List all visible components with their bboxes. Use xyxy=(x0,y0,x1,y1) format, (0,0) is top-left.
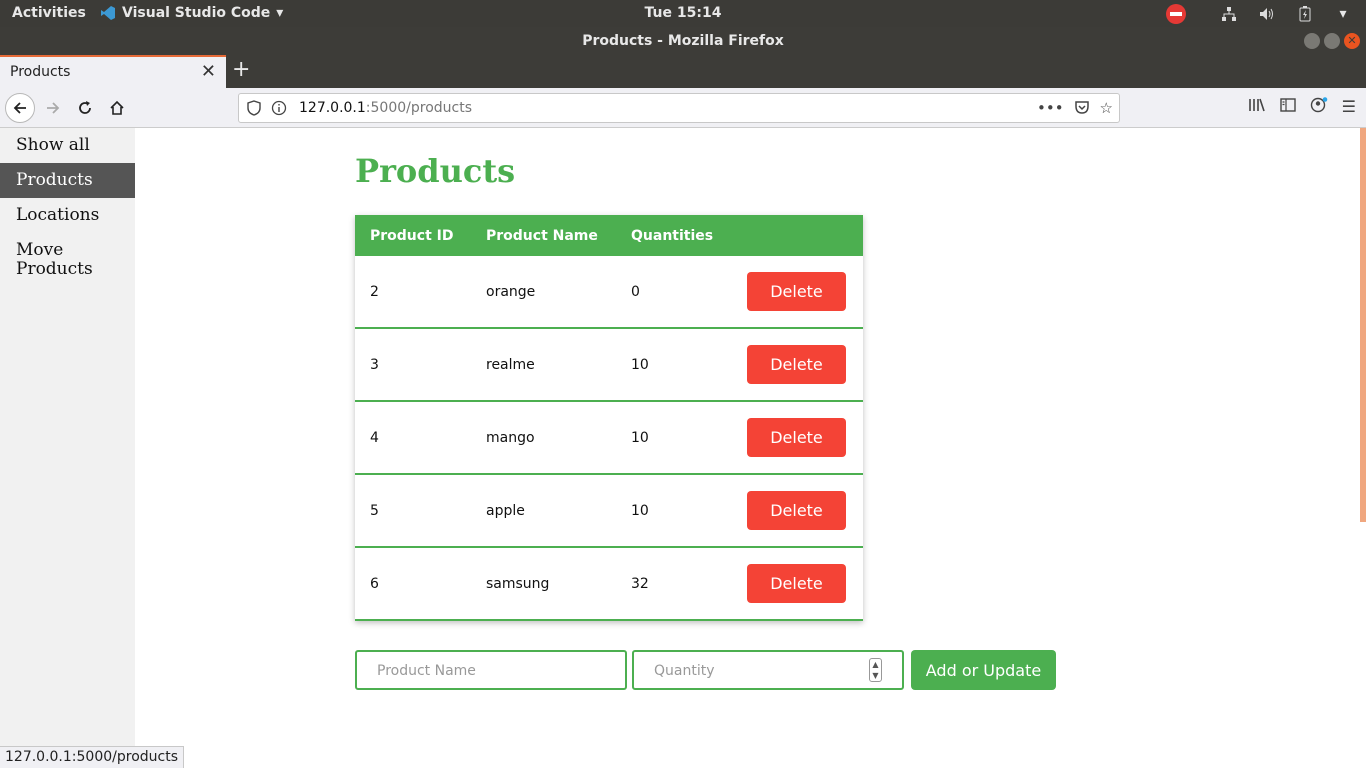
cell-product-id: 5 xyxy=(370,503,379,519)
tab-label: Products xyxy=(10,64,71,80)
page-title: Products xyxy=(355,152,516,190)
delete-button[interactable]: Delete xyxy=(747,491,846,530)
sidebar-item-locations[interactable]: Locations xyxy=(0,198,135,233)
cell-quantity: 10 xyxy=(631,430,649,446)
sidebar-toggle-icon[interactable] xyxy=(1279,97,1296,117)
back-button[interactable] xyxy=(5,93,35,123)
delete-button[interactable]: Delete xyxy=(747,418,846,457)
url-host: 127.0.0.1 xyxy=(299,100,366,116)
maximize-button[interactable] xyxy=(1324,33,1340,49)
page-content: Show all Products Locations Move Product… xyxy=(0,128,1366,768)
home-button[interactable] xyxy=(102,93,132,123)
cell-quantity: 0 xyxy=(631,284,640,300)
account-icon[interactable] xyxy=(1310,97,1328,117)
table-row: 4 mango 10 Delete xyxy=(355,402,863,475)
home-icon xyxy=(110,100,124,115)
window-title: Products - Mozilla Firefox xyxy=(582,33,784,49)
cell-product-name: mango xyxy=(486,430,535,446)
menu-hamburger-icon[interactable]: ☰ xyxy=(1342,97,1356,117)
cell-quantity: 10 xyxy=(631,503,649,519)
cell-quantity: 10 xyxy=(631,357,649,373)
tab-products[interactable]: Products ✕ xyxy=(0,55,226,88)
minimize-button[interactable] xyxy=(1304,33,1320,49)
sidebar-item-products[interactable]: Products xyxy=(0,163,135,198)
system-menu-chevron-icon[interactable]: ▾ xyxy=(1334,5,1352,23)
table-row: 3 realme 10 Delete xyxy=(355,329,863,402)
url-bar-actions: ••• ☆ xyxy=(1037,99,1113,119)
header-quantities: Quantities xyxy=(631,228,714,244)
app-menu[interactable]: Visual Studio Code ▾ xyxy=(100,5,283,21)
window-title-bar: Products - Mozilla Firefox ✕ xyxy=(0,27,1366,55)
table-row: 5 apple 10 Delete xyxy=(355,475,863,548)
page-actions-icon[interactable]: ••• xyxy=(1037,99,1064,119)
url-path: :5000/products xyxy=(365,100,472,116)
cell-product-id: 3 xyxy=(370,357,379,373)
navigation-toolbar: 127.0.0.1:5000/products ••• ☆ ☰ xyxy=(0,88,1366,128)
product-name-input[interactable]: Product Name xyxy=(355,650,627,690)
tab-strip: Products ✕ + xyxy=(0,55,1366,88)
chevron-down-icon: ▾ xyxy=(276,5,284,21)
sidebar: Show all Products Locations Move Product… xyxy=(0,128,135,768)
close-tab-icon[interactable]: ✕ xyxy=(201,61,216,82)
delete-button[interactable]: Delete xyxy=(747,272,846,311)
products-table: Product ID Product Name Quantities 2 ora… xyxy=(355,215,863,621)
quantity-stepper[interactable]: ▲ ▼ xyxy=(869,658,882,682)
system-top-bar: Activities Visual Studio Code ▾ Tue 15:1… xyxy=(0,0,1366,27)
toolbar-right: ☰ xyxy=(1248,97,1356,117)
table-row: 6 samsung 32 Delete xyxy=(355,548,863,621)
table-row: 2 orange 0 Delete xyxy=(355,256,863,329)
vscode-icon xyxy=(101,6,115,20)
bookmark-star-icon[interactable]: ☆ xyxy=(1100,99,1113,119)
info-icon[interactable] xyxy=(271,100,287,120)
cell-product-id: 4 xyxy=(370,430,379,446)
new-tab-button[interactable]: + xyxy=(232,57,250,82)
sidebar-item-move-products[interactable]: Move Products xyxy=(0,233,135,287)
cell-quantity: 32 xyxy=(631,576,649,592)
arrow-right-icon xyxy=(47,102,60,114)
header-product-name: Product Name xyxy=(486,228,598,244)
quantity-placeholder: Quantity xyxy=(654,663,715,679)
quantity-input[interactable]: Quantity ▲ ▼ xyxy=(632,650,904,690)
url-bar[interactable]: 127.0.0.1:5000/products ••• ☆ xyxy=(238,93,1120,123)
sidebar-item-show-all[interactable]: Show all xyxy=(0,128,135,163)
header-product-id: Product ID xyxy=(370,228,454,244)
scrollbar[interactable] xyxy=(1360,128,1366,522)
reload-button[interactable] xyxy=(70,93,100,123)
cell-product-name: samsung xyxy=(486,576,550,592)
library-icon[interactable] xyxy=(1248,97,1266,117)
cell-product-name: orange xyxy=(486,284,536,300)
delete-button[interactable]: Delete xyxy=(747,564,846,603)
add-or-update-button[interactable]: Add or Update xyxy=(911,650,1056,690)
product-name-placeholder: Product Name xyxy=(377,663,476,679)
arrow-left-icon xyxy=(13,102,26,114)
pocket-icon[interactable] xyxy=(1074,99,1090,119)
cell-product-name: realme xyxy=(486,357,535,373)
volume-icon[interactable] xyxy=(1258,5,1276,23)
status-url: 127.0.0.1:5000/products xyxy=(0,746,184,768)
activities-button[interactable]: Activities xyxy=(12,5,86,21)
reload-icon xyxy=(79,101,91,114)
battery-icon[interactable] xyxy=(1296,5,1314,23)
table-header: Product ID Product Name Quantities xyxy=(355,215,863,256)
system-tray: ▾ xyxy=(1166,4,1352,24)
url-text: 127.0.0.1:5000/products xyxy=(299,100,472,116)
delete-button[interactable]: Delete xyxy=(747,345,846,384)
shield-icon[interactable] xyxy=(247,100,261,120)
cell-product-name: apple xyxy=(486,503,525,519)
cell-product-id: 6 xyxy=(370,576,379,592)
forward-button[interactable] xyxy=(38,93,68,123)
close-window-button[interactable]: ✕ xyxy=(1344,33,1360,49)
app-menu-label: Visual Studio Code xyxy=(122,5,271,21)
do-not-disturb-icon[interactable] xyxy=(1166,4,1186,24)
cell-product-id: 2 xyxy=(370,284,379,300)
network-icon[interactable] xyxy=(1220,5,1238,23)
